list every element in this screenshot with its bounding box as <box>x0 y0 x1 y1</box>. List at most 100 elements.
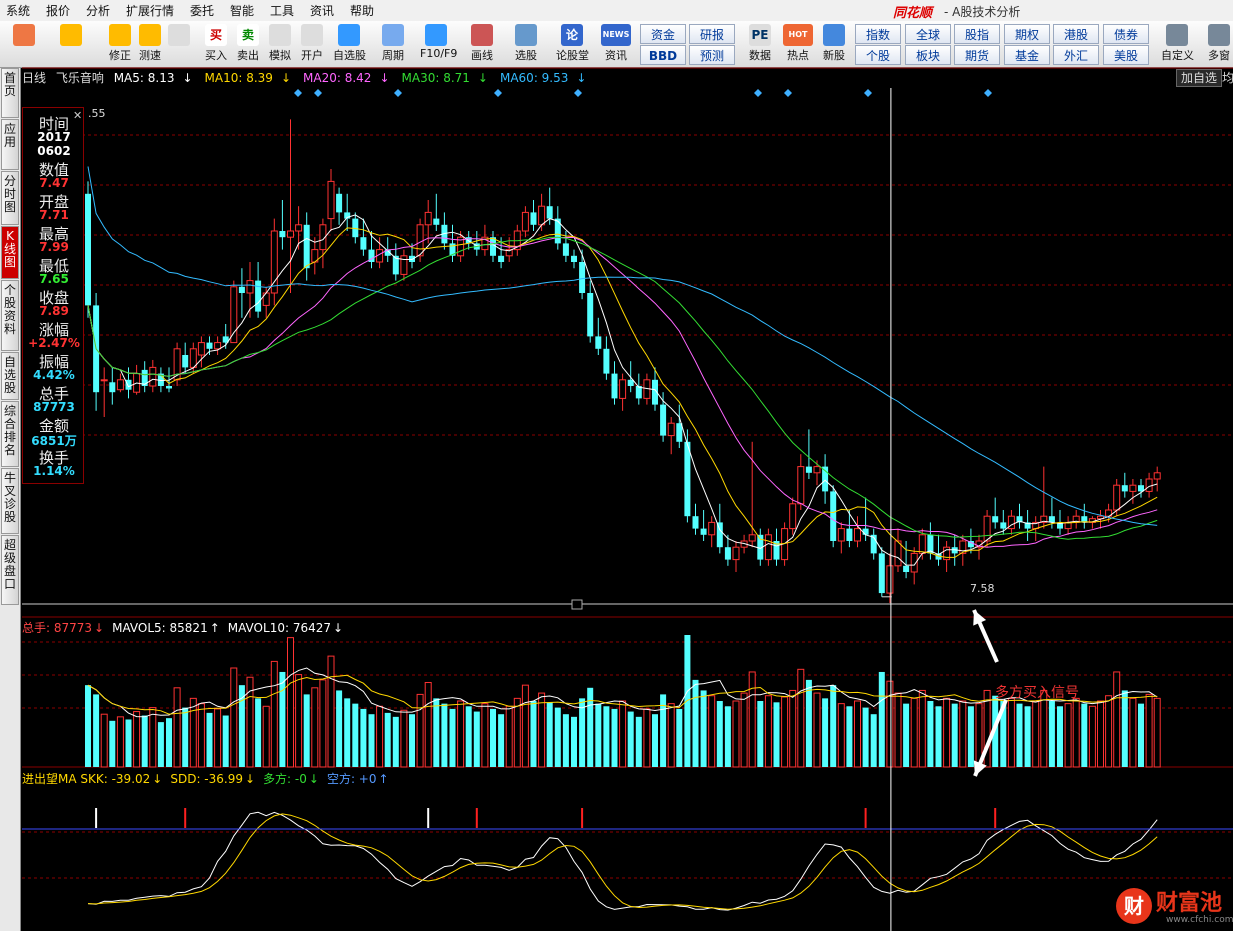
toolbar-button-15[interactable]: NEWS 资讯 <box>600 23 632 65</box>
menu-item-0[interactable]: 系统 <box>6 2 30 19</box>
scroll-marker-icon[interactable] <box>571 599 583 610</box>
candle-body <box>1113 484 1121 511</box>
candle-body <box>1097 515 1104 520</box>
kline-chart[interactable] <box>0 0 1233 931</box>
candle-body <box>424 211 432 226</box>
quick-button-期货[interactable]: 期货 <box>954 45 1000 65</box>
quick-button-个股[interactable]: 个股 <box>855 45 901 65</box>
toolbar-button-16[interactable]: PE 数据 <box>744 23 776 65</box>
menu-item-5[interactable]: 智能 <box>230 2 254 19</box>
quick-button-BBD[interactable]: BBD <box>640 45 686 65</box>
sidebar-tab-4[interactable]: 个股资料 <box>1 280 19 351</box>
candle-body <box>676 423 683 442</box>
quick-button-指数[interactable]: 指数 <box>855 24 901 44</box>
quick-button-基金[interactable]: 基金 <box>1004 45 1050 65</box>
toolbar-button-13[interactable]: 选股 <box>510 23 542 65</box>
ma-line-MA60 <box>87 166 1158 526</box>
candle-body <box>465 237 472 244</box>
toolbar-button-1[interactable] <box>55 23 87 65</box>
event-marker-icon[interactable] <box>494 89 502 97</box>
sidebar-tab-0[interactable]: 首页 <box>1 68 19 118</box>
toolbar-button-7[interactable]: 模拟 <box>264 23 296 65</box>
candle-body <box>246 280 254 294</box>
volume-bar <box>1088 705 1096 768</box>
candle-body <box>943 546 951 561</box>
volume-bar <box>344 698 351 767</box>
quick-button-港股[interactable]: 港股 <box>1053 24 1099 44</box>
sidebar-tab-1[interactable]: 应用 <box>1 119 19 170</box>
toolbar-button-8[interactable]: 开户 <box>296 23 328 65</box>
event-marker-icon[interactable] <box>574 89 582 97</box>
event-marker-icon[interactable] <box>314 89 322 97</box>
sidebar-tab-3[interactable]: K线图 <box>1 226 19 279</box>
event-marker-icon[interactable] <box>784 89 792 97</box>
indicator-legend: 进出望MA SKK: -39.02 ↓ SDD: -36.99 ↓ 多方: -0 ↓ 空方:… <box>22 770 397 787</box>
sidebar-tab-7[interactable]: 牛叉诊股 <box>1 468 19 534</box>
info-value: 7.47 <box>39 176 69 190</box>
quick-button-板块[interactable]: 板块 <box>905 45 951 65</box>
menu-item-3[interactable]: 扩展行情 <box>126 2 174 19</box>
candle-body <box>1081 516 1088 523</box>
toolbar-button-11[interactable]: F10/F9 <box>420 23 457 65</box>
quick-button-全球[interactable]: 全球 <box>905 24 951 44</box>
sidebar-tab-label: 分时图 <box>4 174 17 214</box>
event-marker-icon[interactable] <box>294 89 302 97</box>
menu-item-8[interactable]: 帮助 <box>350 2 374 19</box>
sidebar-tab-8[interactable]: 超级盘口 <box>1 535 19 605</box>
candle-body <box>376 249 384 263</box>
quick-button-研报[interactable]: 研报 <box>689 24 735 44</box>
ma-value: MA10: 8.39 <box>204 71 273 85</box>
toolbar-button-0[interactable] <box>8 23 40 65</box>
toolbar-button-17[interactable]: HOT 热点 <box>782 23 814 65</box>
menu-item-2[interactable]: 分析 <box>86 2 110 19</box>
sidebar-tab-2[interactable]: 分时图 <box>1 171 19 225</box>
indicator-line <box>87 811 1158 911</box>
quick-button-美股[interactable]: 美股 <box>1103 45 1149 65</box>
quick-button-债券[interactable]: 债券 <box>1103 24 1149 44</box>
toolbar-button-18[interactable]: 新股 <box>818 23 850 65</box>
menu-item-6[interactable]: 工具 <box>270 2 294 19</box>
toolbar-button-5[interactable]: 买买入 <box>200 23 232 65</box>
volume-bar <box>352 703 359 767</box>
quick-button-预测[interactable]: 预测 <box>689 45 735 65</box>
toolbar-button-3[interactable]: 测速 <box>134 23 166 65</box>
ma-value: MA60: 9.53 <box>499 71 569 85</box>
quick-button-外汇[interactable]: 外汇 <box>1053 45 1099 65</box>
add-favorite-extra[interactable]: 均 <box>1222 69 1233 86</box>
toolbar-button-14[interactable]: 论论股堂 <box>556 23 589 65</box>
sidebar-tab-6[interactable]: 综合排名 <box>1 401 19 467</box>
candle-body <box>344 212 351 219</box>
candle-body <box>846 528 853 541</box>
sidebar-tab-label: 应用 <box>4 122 17 149</box>
toolbar-button-6[interactable]: 卖卖出 <box>232 23 264 65</box>
quick-button-股指[interactable]: 股指 <box>954 24 1000 44</box>
volume-bar <box>830 685 837 767</box>
menu-item-1[interactable]: 报价 <box>46 2 70 19</box>
event-marker-icon[interactable] <box>984 89 992 97</box>
volume-bar <box>894 692 902 768</box>
volume-bar <box>85 685 91 767</box>
sidebar-tab-5[interactable]: 自选股 <box>1 352 19 400</box>
volume-bar <box>409 714 415 767</box>
volume-bar <box>1145 693 1153 768</box>
volume-bar <box>1097 700 1104 768</box>
toolbar-button-20[interactable]: 多窗 <box>1203 23 1233 65</box>
toolbar-button-12[interactable]: 画线 <box>466 23 498 65</box>
quick-button-期权[interactable]: 期权 <box>1004 24 1050 44</box>
toolbar-button-9[interactable]: 自选股 <box>333 23 366 65</box>
add-favorite-button[interactable]: 加自选 <box>1176 69 1222 87</box>
event-marker-icon[interactable] <box>754 89 762 97</box>
menu-item-4[interactable]: 委托 <box>190 2 214 19</box>
event-marker-icon[interactable] <box>864 89 872 97</box>
toolbar-button-19[interactable]: 自定义 <box>1161 23 1194 65</box>
event-marker-icon[interactable] <box>394 89 402 97</box>
toolbar-button-4[interactable] <box>163 23 195 65</box>
volume-bar <box>943 697 951 768</box>
toolbar-button-2[interactable]: 修正 <box>104 23 136 65</box>
menu-item-7[interactable]: 资讯 <box>310 2 334 19</box>
toolbar-button-10[interactable]: 周期 <box>377 23 409 65</box>
quick-button-资金[interactable]: 资金 <box>640 24 686 44</box>
trend-arrow-icon: ↓ <box>182 71 193 85</box>
candle-body <box>886 565 894 594</box>
info-value: 7.65 <box>39 272 69 286</box>
